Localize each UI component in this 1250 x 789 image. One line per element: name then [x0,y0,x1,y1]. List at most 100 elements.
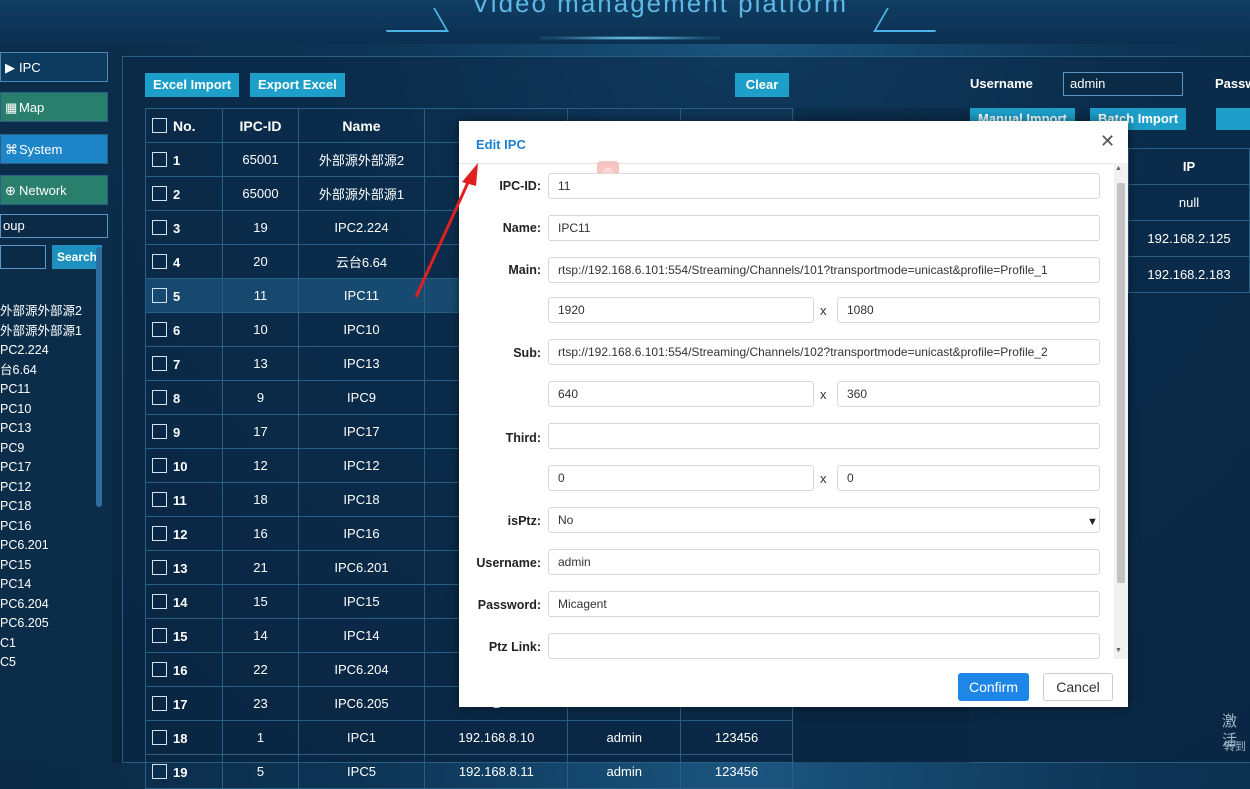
main-stream-input[interactable]: rtsp://192.168.6.101:554/Streaming/Chann… [548,257,1100,283]
ptz-link-input[interactable] [548,633,1100,659]
row-checkbox[interactable] [152,355,167,371]
third-height-input[interactable]: 0 [837,465,1100,491]
row-checkbox[interactable] [152,151,167,167]
row-checkbox[interactable] [152,661,167,677]
tree-item[interactable]: PC2.224 [0,341,100,361]
tree-item[interactable]: PC6.205 [0,614,100,634]
tree-item[interactable]: PC13 [0,419,100,439]
extra-button[interactable] [1216,108,1250,130]
table-cell: 19 [222,210,299,245]
row-checkbox[interactable] [152,287,167,303]
tree-item[interactable]: PC14 [0,575,100,595]
row-no-cell: 17 [144,686,224,721]
nav-network[interactable]: ⊕ Network [0,175,108,205]
nav-map[interactable]: ▦ Map [0,92,108,122]
table-cell: 外部源外部源1 [297,176,426,211]
row-no-label: 18 [173,730,188,746]
username-label: Username [970,76,1033,91]
excel-import-button[interactable]: Excel Import [145,73,240,97]
isptz-select[interactable]: No [548,507,1100,533]
modal-scrollbar-thumb[interactable] [1117,183,1125,583]
tree-item[interactable]: PC11 [0,380,100,400]
tree-scrollbar[interactable] [96,247,102,507]
row-no-label: 19 [173,764,188,780]
tree-item[interactable]: PC15 [0,556,100,576]
table-row[interactable]: 18 1 IPC1 192.168.8.10 admin 123456 [144,720,793,755]
cancel-button[interactable]: Cancel [1043,673,1113,701]
username-input[interactable]: admin [1063,72,1183,96]
sidebar-search-input[interactable] [0,245,46,269]
group-box[interactable]: oup [0,214,108,238]
main-height-input[interactable]: 1080 [837,297,1100,323]
username-field[interactable]: admin [548,549,1100,575]
row-no-label: 12 [173,526,188,542]
row-checkbox[interactable] [152,457,167,473]
clear-button[interactable]: Clear [735,73,789,97]
header-name: Name [297,108,426,143]
tree-item[interactable]: C1 [0,634,100,654]
watermark-line2: 转到 [1224,741,1246,753]
row-checkbox[interactable] [152,321,167,337]
export-excel-button[interactable]: Export Excel [250,73,345,97]
row-no-label: 4 [173,254,181,270]
row-checkbox[interactable] [152,525,167,541]
table-cell: 16 [222,516,299,551]
table-cell: 15 [222,584,299,619]
row-no-cell: 1 [144,142,224,177]
table-cell: IPC6.205 [297,686,426,721]
sub-height-input[interactable]: 360 [837,381,1100,407]
row-no-cell: 5 [144,278,224,313]
row-checkbox[interactable] [152,389,167,405]
tree-item[interactable]: PC6.204 [0,595,100,615]
table-cell: 65000 [222,176,299,211]
tree-item[interactable]: PC10 [0,400,100,420]
tree-item[interactable]: 外部源外部源1 [0,322,100,342]
third-width-input[interactable]: 0 [548,465,814,491]
select-all-checkbox[interactable] [152,117,167,133]
table-cell: 65001 [222,142,299,177]
row-checkbox[interactable] [152,423,167,439]
dimension-separator: x [820,303,827,318]
scroll-down-icon[interactable]: ▼ [1115,647,1122,654]
table-cell: IPC13 [297,346,426,381]
close-icon[interactable]: ✕ [1100,131,1115,152]
tree-item[interactable]: PC9 [0,439,100,459]
scroll-up-icon[interactable]: ▲ [1115,165,1122,172]
row-checkbox[interactable] [152,253,167,269]
row-checkbox[interactable] [152,559,167,575]
tree-item[interactable]: PC17 [0,458,100,478]
header-no[interactable]: No. [144,108,224,143]
table-row[interactable]: 19 5 IPC5 192.168.8.11 admin 123456 [144,754,793,789]
chevron-down-icon[interactable]: ▼ [1087,516,1098,528]
row-checkbox[interactable] [152,729,167,745]
ipc-id-input[interactable]: 11 [548,173,1100,199]
sub-stream-input[interactable]: rtsp://192.168.6.101:554/Streaming/Chann… [548,339,1100,365]
tree-item[interactable]: PC12 [0,478,100,498]
row-checkbox[interactable] [152,491,167,507]
nav-ipc[interactable]: ▶ IPC [0,52,108,82]
row-checkbox[interactable] [152,219,167,235]
tree-item[interactable]: 外部源外部源2 [0,302,100,322]
tree-item[interactable]: C5 [0,653,100,673]
tree-item[interactable]: PC16 [0,517,100,537]
table-cell: IPC1 [297,720,426,755]
confirm-button[interactable]: Confirm [958,673,1029,701]
sub-width-input[interactable]: 640 [548,381,814,407]
tree-item[interactable]: PC18 [0,497,100,517]
table-cell: IPC17 [297,414,426,449]
name-input[interactable]: IPC11 [548,215,1100,241]
password-field[interactable]: Micagent [548,591,1100,617]
nav-system[interactable]: ⌘System [0,134,108,164]
tree-item[interactable]: 台6.64 [0,361,100,381]
row-checkbox[interactable] [152,185,167,201]
row-no-label: 2 [173,186,181,202]
sidebar-search-button[interactable]: Search [52,245,102,269]
row-checkbox[interactable] [152,627,167,643]
row-checkbox[interactable] [152,593,167,609]
row-checkbox[interactable] [152,695,167,711]
tree-item[interactable]: PC6.201 [0,536,100,556]
row-checkbox[interactable] [152,763,167,779]
globe-icon: ⊕ [5,183,16,198]
main-width-input[interactable]: 1920 [548,297,814,323]
third-stream-input[interactable] [548,423,1100,449]
